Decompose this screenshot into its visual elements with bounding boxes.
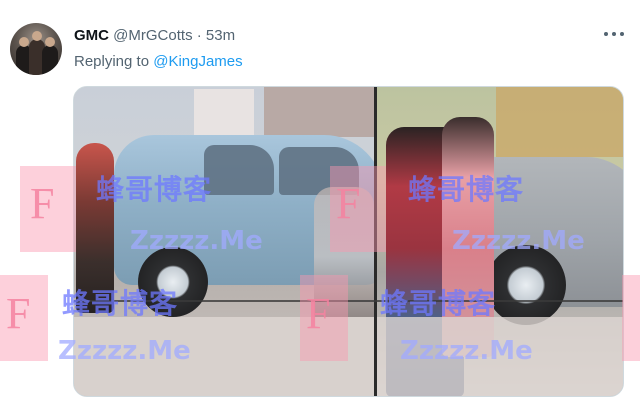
user-handle[interactable]: @MrGCotts bbox=[113, 27, 192, 44]
tweet-header: GMC @MrGCotts · 53m bbox=[74, 27, 235, 45]
watermark-text: 蜂哥博客 bbox=[62, 287, 179, 320]
background-tree bbox=[264, 87, 374, 137]
tweet: GMC @MrGCotts · 53m Replying to @KingJam… bbox=[0, 0, 640, 408]
avatar-head bbox=[32, 31, 42, 41]
avatar-head bbox=[19, 37, 29, 47]
autumn-tree bbox=[496, 87, 623, 157]
car-window bbox=[204, 145, 274, 195]
watermark-block bbox=[622, 275, 640, 361]
separator-dot: · bbox=[196, 27, 202, 44]
watermark-url: Zzzzz.Me bbox=[58, 336, 191, 366]
watermark-logo: F bbox=[6, 289, 31, 338]
display-name[interactable]: GMC bbox=[74, 27, 109, 44]
watermark-text: 蜂哥博客 bbox=[380, 287, 497, 320]
watermark-url: Zzzzz.Me bbox=[130, 226, 263, 256]
avatar-figure bbox=[42, 45, 58, 75]
menu-dot bbox=[604, 32, 608, 36]
replying-prefix: Replying to bbox=[74, 53, 150, 70]
menu-dot bbox=[612, 32, 616, 36]
watermark-logo: F bbox=[30, 179, 55, 228]
menu-dot bbox=[620, 32, 624, 36]
watermark-text: 蜂哥博客 bbox=[408, 173, 525, 206]
replying-to-link[interactable]: @KingJames bbox=[153, 53, 242, 70]
timestamp[interactable]: 53m bbox=[206, 27, 235, 44]
more-options-icon[interactable] bbox=[604, 26, 624, 42]
avatar-head bbox=[45, 37, 55, 47]
avatar[interactable] bbox=[10, 23, 62, 75]
watermark-text: 蜂哥博客 bbox=[96, 173, 213, 206]
replying-to: Replying to @KingJames bbox=[74, 53, 243, 70]
watermark-url: Zzzzz.Me bbox=[452, 226, 585, 256]
watermark-url: Zzzzz.Me bbox=[400, 336, 533, 366]
car-wheel bbox=[486, 245, 566, 325]
watermark-logo: F bbox=[336, 179, 361, 228]
watermark-logo: F bbox=[306, 289, 331, 338]
